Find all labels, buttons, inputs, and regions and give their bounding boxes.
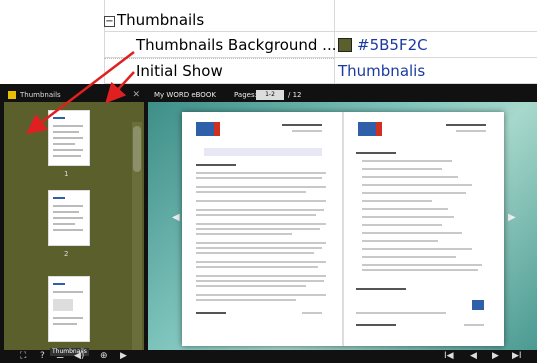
property-name-initial-show[interactable]: Initial Show (136, 60, 223, 82)
page-logo (196, 122, 214, 136)
collapse-icon[interactable]: − (104, 16, 115, 27)
page-input[interactable]: 1-2 (256, 90, 284, 100)
fullscreen-icon[interactable]: ⛶ (20, 350, 26, 363)
thumbnails-icon (8, 91, 16, 99)
group-label: Thumbnails (117, 11, 205, 29)
thumbnail-number: 1 (64, 170, 69, 178)
page-logo (376, 122, 382, 136)
pages-label: Pages: (234, 91, 257, 99)
thumbnail-page[interactable] (48, 190, 90, 246)
group-thumbnails[interactable]: − Thumbnails (104, 9, 204, 31)
property-value-background[interactable]: #5B5F2C (338, 34, 428, 56)
property-value-initial-show[interactable]: Thumbnalis (338, 60, 425, 82)
color-value: #5B5F2C (357, 36, 428, 54)
thumbnail-panel-header: Thumbnails ✕ (4, 88, 144, 102)
thumbnail-scrollbar[interactable] (132, 122, 142, 350)
color-swatch (338, 38, 352, 52)
book-stage: ◀ ▶ (148, 102, 537, 350)
last-page-icon[interactable]: ▶I (512, 350, 522, 363)
thumbnail-panel-title: Thumbnails (20, 91, 61, 99)
prev-page-icon[interactable]: ◀ (470, 350, 477, 363)
viewer-header: My WORD eBOOK Pages: 1-2 / 12 (148, 88, 537, 102)
page-total: / 12 (288, 91, 302, 99)
close-icon[interactable]: ✕ (132, 88, 140, 102)
help-icon[interactable]: ? (40, 350, 45, 363)
book-spine (342, 112, 344, 346)
thumbnail-page[interactable] (48, 276, 90, 342)
grid-divider (104, 31, 537, 32)
prev-page-arrow[interactable]: ◀ (172, 212, 180, 223)
viewer-toolbar: ⛶ ? ☰ Thumbnails ◀) ⊕ ▶ I◀ ◀ ▶ ▶I (0, 348, 537, 363)
flipbook-viewer: Thumbnails ✕ 1 2 My WORD eBOOK Pages: 1-… (0, 84, 537, 363)
property-name-background[interactable]: Thumbnails Background ... (136, 34, 337, 56)
thumbnail-page[interactable] (48, 110, 90, 166)
open-book[interactable] (182, 112, 504, 346)
scrollbar-thumb[interactable] (133, 126, 141, 172)
first-page-icon[interactable]: I◀ (444, 350, 454, 363)
zoom-icon[interactable]: ⊕ (100, 350, 108, 363)
book-title: My WORD eBOOK (154, 91, 216, 99)
next-page-arrow[interactable]: ▶ (508, 212, 516, 223)
next-page-icon[interactable]: ▶ (492, 350, 499, 363)
autoplay-icon[interactable]: ▶ (120, 350, 127, 363)
thumbnail-panel: 1 2 (4, 102, 144, 350)
dotted-divider (104, 58, 334, 59)
thumbnail-number: 2 (64, 250, 69, 258)
property-grid: − Thumbnails Thumbnails Background ... #5… (0, 0, 537, 84)
sound-icon[interactable]: ◀) (74, 350, 84, 363)
page-logo (358, 122, 376, 136)
page-logo (214, 122, 220, 136)
